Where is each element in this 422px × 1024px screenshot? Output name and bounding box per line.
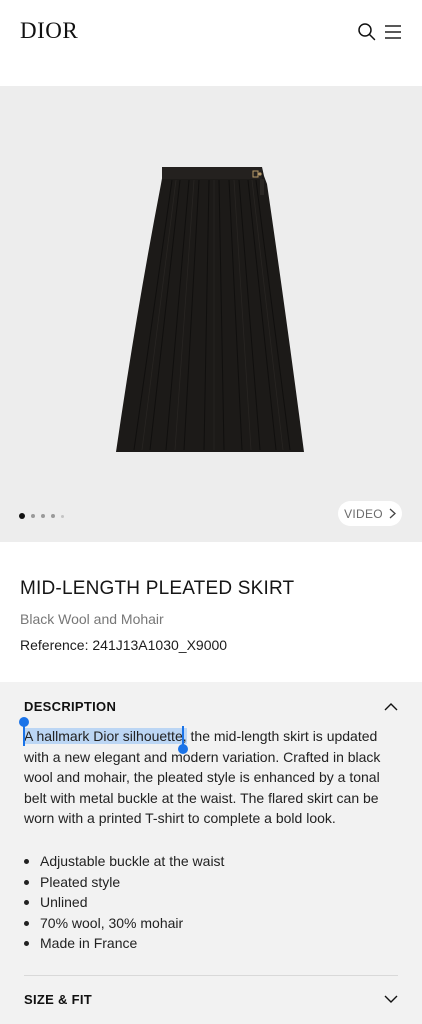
chevron-up-icon[interactable] — [384, 702, 398, 711]
product-reference: Reference: 241J13A1030_X9000 — [20, 637, 228, 653]
description-accordion-header[interactable]: DESCRIPTION — [24, 694, 398, 718]
carousel-dots — [19, 513, 64, 519]
top-header: DIOR — [0, 0, 422, 86]
selection-start-caret — [23, 726, 25, 746]
list-item: Pleated style — [24, 872, 384, 893]
carousel-dot[interactable] — [51, 514, 55, 518]
search-icon[interactable] — [357, 22, 377, 42]
size-fit-heading: SIZE & FIT — [24, 991, 92, 1007]
video-button-label: VIDEO — [344, 506, 383, 521]
product-subtitle: Black Wool and Mohair — [20, 611, 164, 627]
list-item: Unlined — [24, 892, 384, 913]
selection-end-handle[interactable] — [178, 744, 188, 754]
list-item: Adjustable buckle at the waist — [24, 851, 384, 872]
carousel-dot[interactable] — [19, 513, 25, 519]
product-info: MID-LENGTH PLEATED SKIRT Black Wool and … — [0, 542, 422, 682]
description-heading: DESCRIPTION — [24, 698, 117, 714]
feature-list: Adjustable buckle at the waist Pleated s… — [24, 851, 384, 954]
chevron-down-icon[interactable] — [384, 995, 398, 1004]
selected-text[interactable]: A hallmark Dior silhouette, — [24, 728, 187, 744]
selection-end-caret — [182, 726, 184, 746]
hamburger-menu-icon[interactable] — [384, 22, 404, 42]
description-text[interactable]: A hallmark Dior silhouette, the mid-leng… — [24, 726, 396, 829]
video-button[interactable]: VIDEO — [338, 501, 402, 526]
size-fit-accordion-header[interactable]: SIZE & FIT — [24, 987, 398, 1011]
divider — [24, 975, 398, 976]
product-image — [116, 167, 304, 452]
carousel-dot[interactable] — [61, 514, 64, 518]
details-panel: DESCRIPTION A hallmark Dior silhouette, … — [0, 682, 422, 1024]
chevron-right-icon — [389, 508, 396, 519]
list-item: Made in France — [24, 933, 384, 954]
carousel-dot[interactable] — [31, 514, 35, 518]
dior-logo[interactable]: DIOR — [20, 18, 78, 44]
carousel-dot[interactable] — [41, 514, 45, 518]
product-title: MID-LENGTH PLEATED SKIRT — [20, 578, 295, 599]
product-image-carousel[interactable]: VIDEO — [0, 86, 422, 542]
list-item: 70% wool, 30% mohair — [24, 913, 384, 934]
